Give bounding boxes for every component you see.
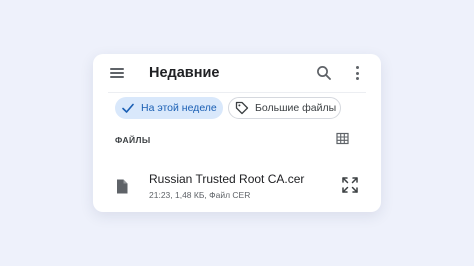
file-list-item[interactable]: Russian Trusted Root CA.cer 21:23, 1,48 … [93, 166, 381, 206]
chip-label: Большие файлы [255, 102, 337, 114]
files-section-label: ФАЙЛЫ [115, 135, 151, 145]
search-icon[interactable] [316, 65, 332, 81]
header-divider [108, 92, 366, 93]
chip-label: На этой неделе [141, 102, 217, 114]
page-background: Недавние На этой неделе Большие файлы ФА… [0, 0, 474, 266]
grid-view-icon[interactable] [336, 132, 349, 145]
more-vertical-icon[interactable] [353, 65, 361, 81]
header: Недавние [93, 54, 381, 92]
file-name: Russian Trusted Root CA.cer [149, 172, 305, 186]
filter-chip-this-week[interactable]: На этой неделе [115, 97, 223, 119]
tag-icon [235, 101, 249, 115]
hamburger-menu-icon[interactable] [110, 67, 124, 79]
filter-chip-large-files[interactable]: Большие файлы [228, 97, 341, 119]
page-title: Недавние [149, 65, 220, 81]
check-icon [122, 103, 134, 113]
expand-icon[interactable] [341, 176, 359, 194]
recent-files-card: Недавние На этой неделе Большие файлы ФА… [93, 54, 381, 212]
file-meta: 21:23, 1,48 КБ, Файл CER [149, 190, 251, 200]
file-icon [116, 179, 128, 194]
